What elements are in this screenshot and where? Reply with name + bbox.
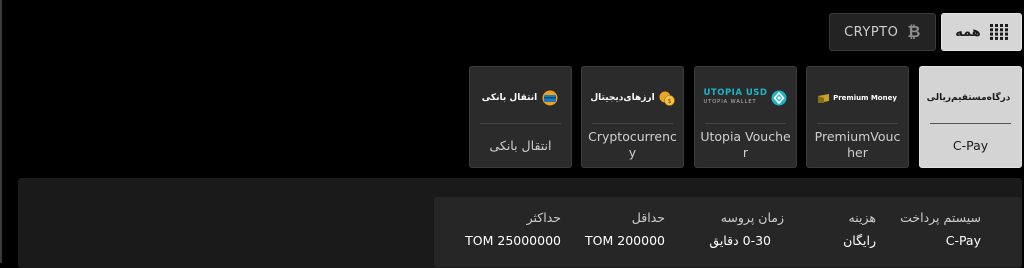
value-process-time: 0-30 دقایق — [709, 233, 771, 248]
bank-transfer-logo: انتقال بانکی — [478, 81, 563, 115]
premium-voucher-logo: Premium Money — [815, 81, 900, 115]
payment-card-label: C-Pay — [952, 138, 989, 153]
value-maximum: TOM 25000000 — [465, 233, 561, 248]
utopia-logo-subtext: UTOPIA WALLET — [703, 99, 757, 105]
card-divider — [480, 123, 561, 124]
utopia-logo: UTOPIA USD UTOPIA WALLET — [703, 81, 788, 115]
filter-crypto-label: CRYPTO — [844, 24, 899, 40]
cryptocurrency-logo-text: ارزهای‌دیجیتال — [590, 93, 655, 103]
utopia-logo-text: UTOPIA USD — [703, 88, 768, 98]
header-minimum: حداقل — [631, 210, 665, 225]
payment-card-utopia-voucher[interactable]: UTOPIA USD UTOPIA WALLET Utopia Voucher — [694, 66, 797, 168]
payment-card-label: Cryptocurrency — [588, 129, 677, 160]
payment-card-cryptocurrency[interactable]: ارزهای‌دیجیتال $ Cryptocurrency — [581, 66, 684, 168]
c-pay-logo-text: درگاه‌مستقیم‌ریالی — [926, 93, 1011, 103]
premium-money-logo-text: Premium Money — [833, 94, 897, 102]
payment-info-table — [434, 197, 1022, 267]
bank-transfer-logo-text: انتقال بانکی — [481, 93, 538, 103]
header-maximum: حداکثر — [526, 210, 561, 225]
header-payment-method: سیستم پرداخت — [900, 210, 981, 225]
coins-icon: $ — [659, 91, 675, 106]
payment-card-premium-voucher[interactable]: Premium Money PremiumVoucher — [806, 66, 909, 168]
filter-crypto-button[interactable]: CRYPTO ₿ — [829, 13, 936, 51]
card-divider — [705, 123, 786, 124]
cryptocurrency-logo: ارزهای‌دیجیتال $ — [590, 81, 675, 115]
value-payment-method: C-Pay — [945, 233, 981, 248]
payment-card-bank-transfer[interactable]: انتقال بانکی انتقال بانکی — [469, 66, 572, 168]
grid-icon — [989, 24, 1008, 40]
premium-money-icon — [818, 93, 830, 103]
payment-card-label: Utopia Voucher — [700, 129, 791, 160]
value-fee: رایگان — [843, 233, 876, 248]
filter-all-button[interactable]: همه — [941, 13, 1022, 51]
filter-all-label: همه — [955, 24, 981, 40]
window-edge — [0, 0, 2, 263]
svg-text:$: $ — [667, 98, 671, 105]
card-divider — [592, 123, 673, 124]
value-minimum: TOM 200000 — [585, 233, 665, 248]
header-process-time: زمان پروسه — [720, 210, 784, 225]
header-fee: هزینه — [848, 210, 876, 225]
utopia-icon — [771, 90, 787, 106]
payment-card-label: PremiumVoucher — [814, 129, 901, 160]
payment-card-label: انتقال بانکی — [489, 138, 552, 153]
bitcoin-icon: ₿ — [907, 22, 921, 41]
payment-card-c-pay[interactable]: درگاه‌مستقیم‌ریالی C-Pay — [919, 66, 1022, 168]
c-pay-logo: درگاه‌مستقیم‌ریالی — [926, 81, 1013, 115]
card-divider — [817, 123, 898, 124]
bank-card-icon — [542, 90, 558, 106]
card-divider — [930, 123, 1011, 124]
